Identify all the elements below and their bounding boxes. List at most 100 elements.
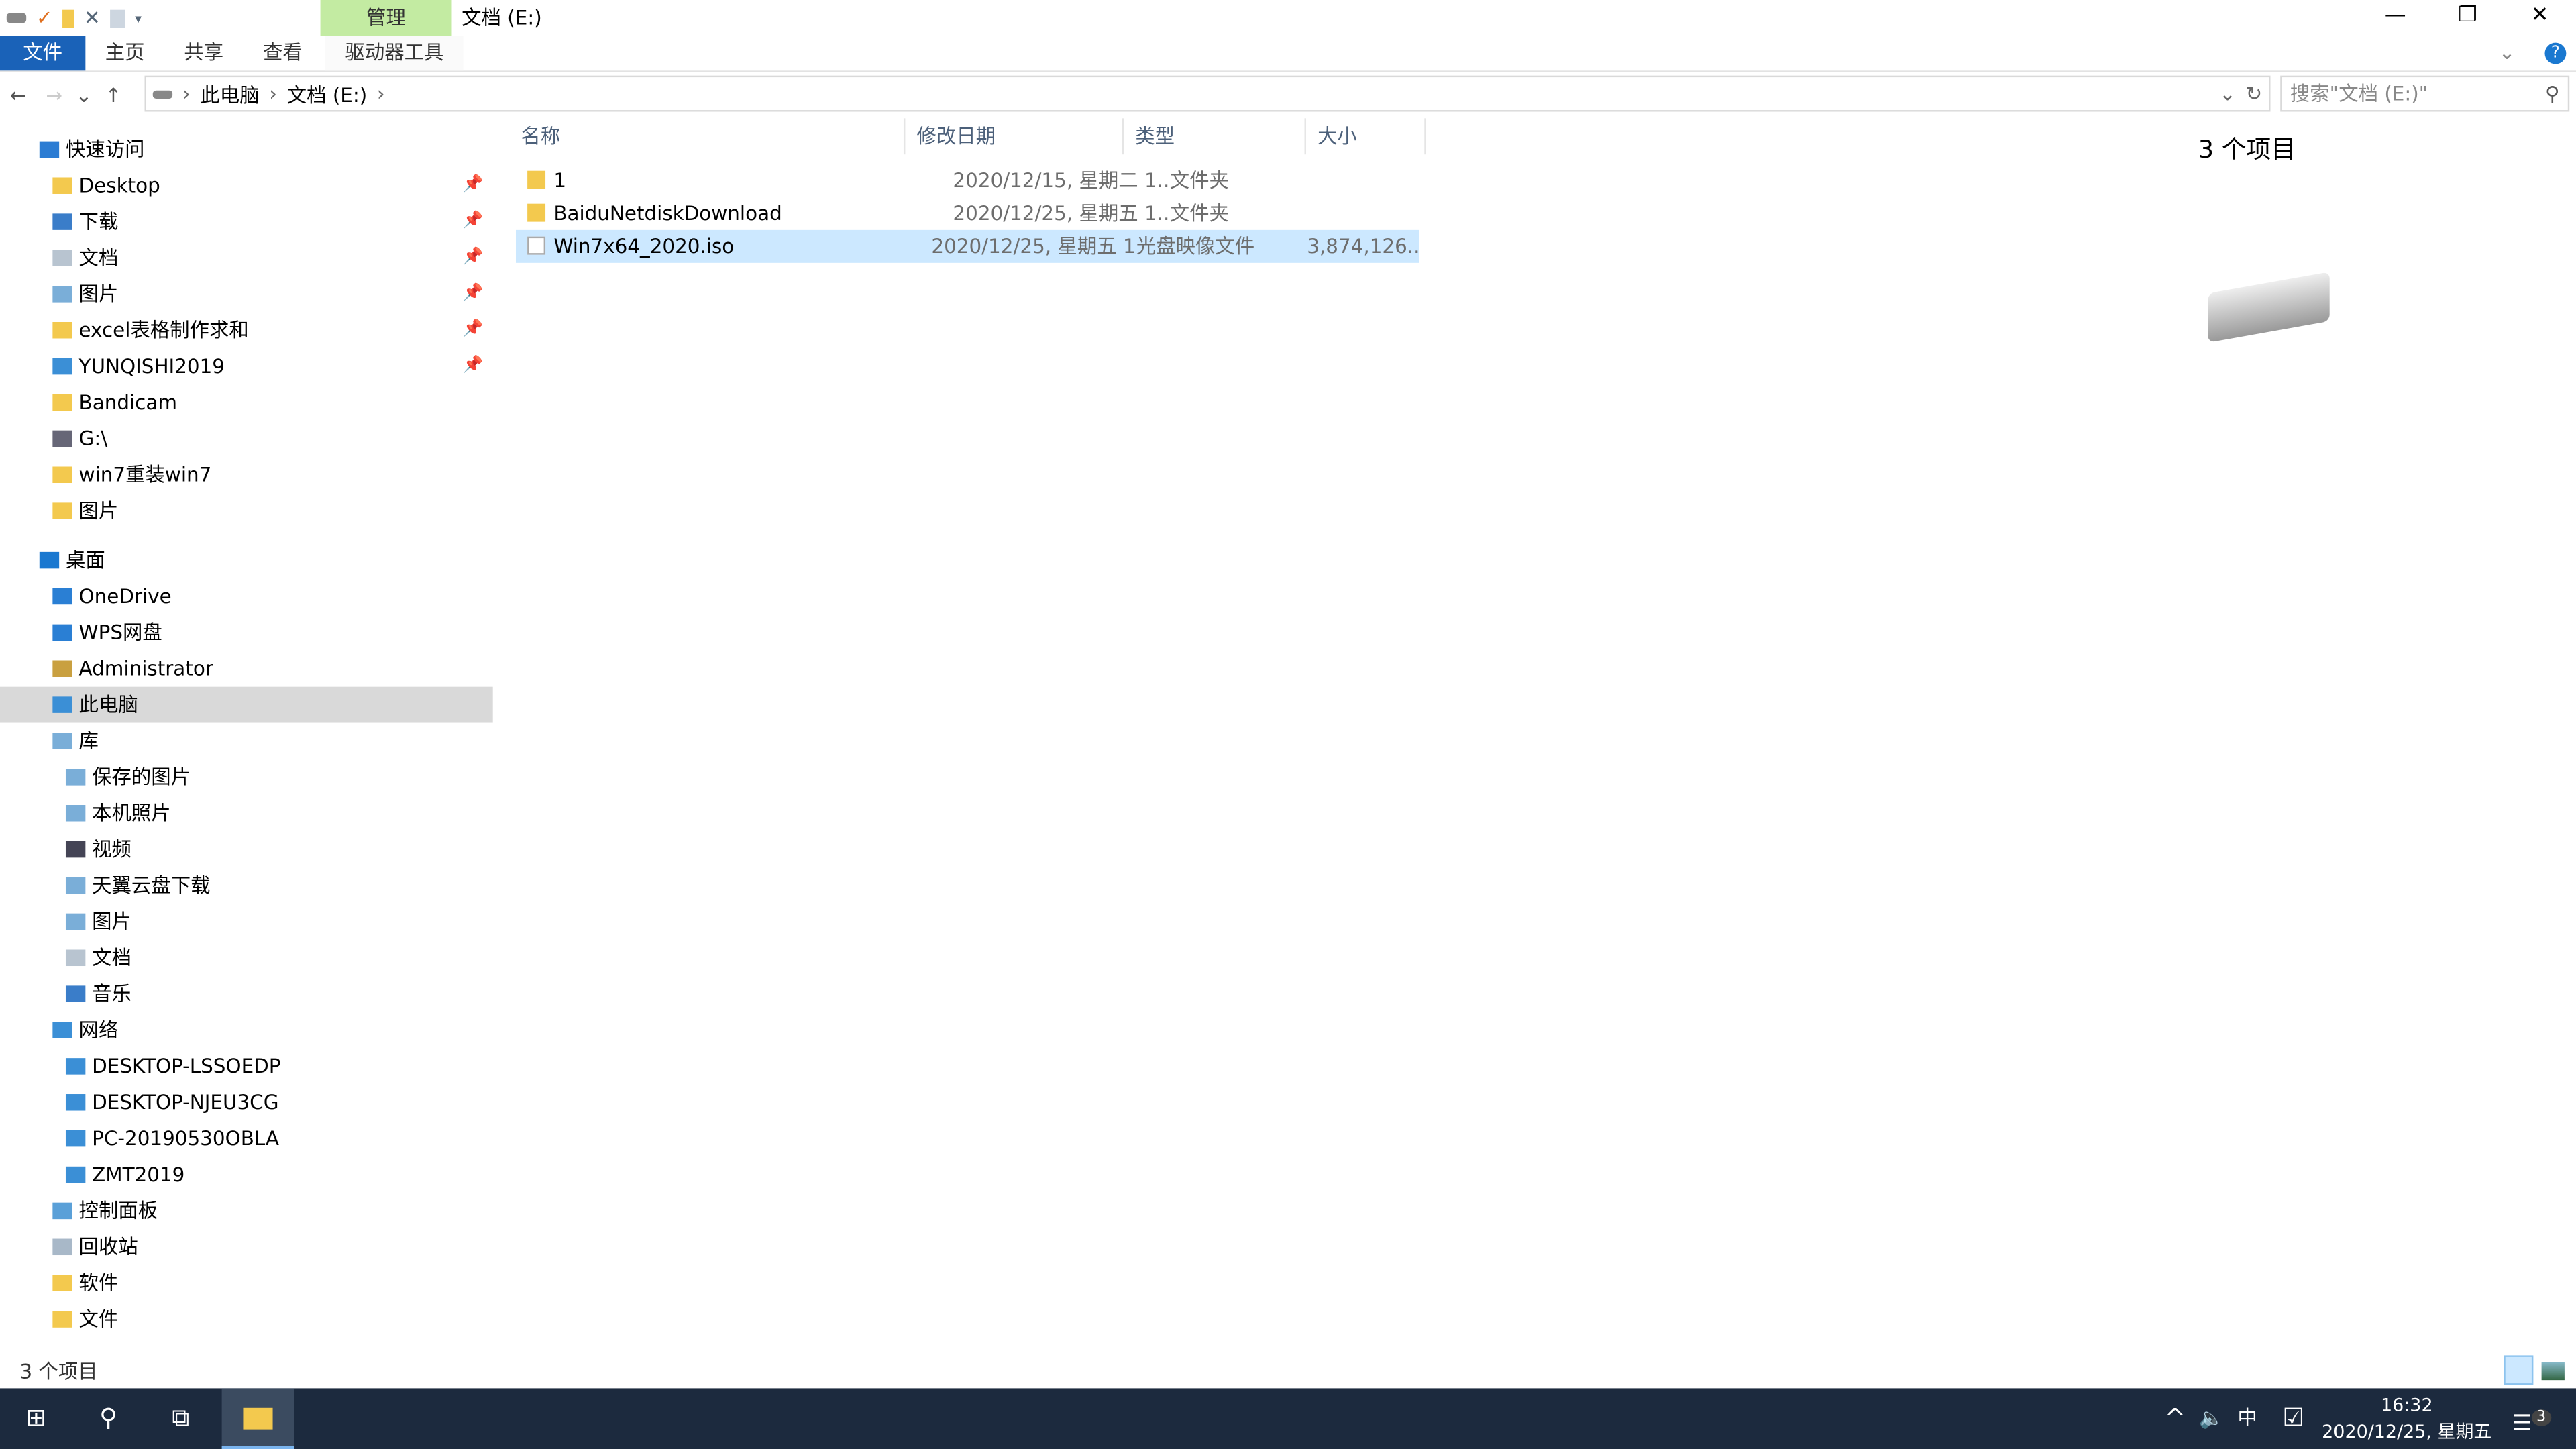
sidebar-item[interactable]: 文档 bbox=[0, 940, 493, 976]
tab-drive-tools[interactable]: 驱动器工具 bbox=[325, 36, 464, 71]
sidebar-item[interactable]: 回收站 bbox=[0, 1229, 493, 1265]
sidebar-item[interactable]: 快速访问 bbox=[0, 131, 493, 168]
sidebar-item[interactable]: win7重装win7 bbox=[0, 457, 493, 493]
details-view-button[interactable] bbox=[2504, 1355, 2534, 1385]
sidebar-item[interactable]: YUNQISHI2019 📌 bbox=[0, 348, 493, 384]
file-explorer-taskbar-button[interactable] bbox=[221, 1388, 294, 1449]
column-date-modified[interactable]: 修改日期 bbox=[905, 118, 1124, 155]
column-name[interactable]: 名称 bbox=[509, 118, 906, 155]
sidebar-item[interactable]: Desktop 📌 bbox=[0, 168, 493, 204]
sidebar-item[interactable]: DESKTOP-LSSOEDP bbox=[0, 1048, 493, 1084]
sidebar-item[interactable]: excel表格制作求和 📌 bbox=[0, 312, 493, 348]
sidebar-item[interactable]: 图片 bbox=[0, 493, 493, 529]
notification-count: 3 bbox=[2531, 1409, 2551, 1426]
search-input[interactable]: 搜索"文档 (E:)" ⚲ bbox=[2280, 75, 2570, 112]
close-button[interactable]: ✕ bbox=[2504, 0, 2576, 33]
ribbon-tabs: 文件 主页 共享 查看 驱动器工具 ⌄ ? bbox=[0, 36, 2576, 72]
column-type[interactable]: 类型 bbox=[1124, 118, 1306, 155]
properties-icon[interactable]: ✓ bbox=[36, 7, 53, 30]
sidebar-item[interactable]: 文件 bbox=[0, 1301, 493, 1338]
sidebar-item[interactable]: 图片 📌 bbox=[0, 276, 493, 312]
sidebar-item[interactable]: 桌面 bbox=[0, 542, 493, 578]
customize-toolbar-icon[interactable]: ▾ bbox=[135, 11, 142, 25]
file-name-cell: BaiduNetdiskDownload bbox=[516, 197, 941, 230]
sidebar-item[interactable]: 天翼云盘下载 bbox=[0, 867, 493, 904]
sidebar-item-label: 网络 bbox=[78, 1018, 119, 1042]
sidebar-item-label: 图片 bbox=[78, 282, 119, 306]
search-taskbar-button[interactable]: ⚲ bbox=[72, 1388, 145, 1449]
pin-icon[interactable]: 📌 bbox=[463, 312, 483, 348]
delete-icon[interactable]: ✕ bbox=[84, 7, 101, 30]
computer-icon bbox=[52, 696, 72, 713]
sidebar-item[interactable]: PC-20190530OBLA bbox=[0, 1120, 493, 1157]
sidebar-item[interactable]: OneDrive bbox=[0, 578, 493, 614]
sidebar-item-label: 图片 bbox=[92, 910, 131, 934]
up-button[interactable]: ↑ bbox=[95, 84, 131, 107]
clock[interactable]: 16:32 2020/12/25, 星期五 bbox=[2316, 1393, 2497, 1446]
sidebar-item[interactable]: WPS网盘 bbox=[0, 614, 493, 651]
tab-file[interactable]: 文件 bbox=[0, 36, 86, 71]
file-row[interactable]: Win7x64_2020.iso 2020/12/25, 星期五 1... 光盘映像… bbox=[515, 229, 1419, 263]
sidebar-item[interactable]: G:\ bbox=[0, 421, 493, 457]
pin-icon[interactable]: 📌 bbox=[463, 348, 483, 384]
sidebar-item[interactable]: 音乐 bbox=[0, 976, 493, 1012]
sidebar-item[interactable]: 保存的图片 bbox=[0, 759, 493, 795]
refresh-button[interactable]: ↻ bbox=[2246, 82, 2263, 105]
pin-icon[interactable]: 📌 bbox=[463, 168, 483, 204]
tab-home[interactable]: 主页 bbox=[85, 36, 164, 70]
breadcrumb-drive-e[interactable]: 文档 (E:) bbox=[287, 80, 368, 108]
recent-locations-button[interactable]: ⌄ bbox=[72, 84, 95, 107]
recycle-icon[interactable] bbox=[110, 9, 125, 28]
sidebar-item[interactable]: 软件 bbox=[0, 1265, 493, 1301]
minimize-button[interactable]: — bbox=[2359, 0, 2432, 33]
help-icon[interactable]: ? bbox=[2544, 42, 2567, 64]
sidebar-item-label: 文档 bbox=[92, 946, 131, 969]
forward-button[interactable]: → bbox=[36, 84, 72, 107]
address-bar[interactable]: › 此电脑 › 文档 (E:) › ⌄ ↻ bbox=[144, 75, 2271, 112]
back-button[interactable]: ← bbox=[0, 84, 36, 107]
drive-preview-icon bbox=[2208, 272, 2330, 343]
expand-ribbon-icon[interactable]: ⌄ bbox=[2479, 36, 2534, 70]
action-center-button[interactable]: ☰ 3 bbox=[2507, 1388, 2556, 1449]
sidebar-item[interactable]: 图片 bbox=[0, 904, 493, 940]
volume-icon[interactable]: 🔈 bbox=[2192, 1388, 2231, 1449]
breadcrumb-separator: › bbox=[269, 82, 278, 105]
breadcrumb-this-pc[interactable]: 此电脑 bbox=[200, 80, 259, 108]
library-icon bbox=[65, 877, 86, 894]
sidebar-item[interactable]: 本机照片 bbox=[0, 795, 493, 831]
tab-share[interactable]: 共享 bbox=[164, 36, 244, 70]
ime-indicator[interactable]: 中 bbox=[2228, 1388, 2267, 1449]
show-hidden-icons-button[interactable]: ^ bbox=[2155, 1388, 2195, 1449]
pin-icon[interactable]: 📌 bbox=[463, 240, 483, 276]
security-icon[interactable]: ☑ bbox=[2273, 1388, 2313, 1449]
restore-button[interactable]: ❐ bbox=[2432, 0, 2504, 33]
address-dropdown-icon[interactable]: ⌄ bbox=[2219, 82, 2236, 105]
cloud-icon bbox=[52, 624, 72, 641]
large-icons-view-button[interactable] bbox=[2541, 1362, 2565, 1381]
sidebar-item[interactable]: 控制面板 bbox=[0, 1193, 493, 1229]
file-row[interactable]: 1 2020/12/15, 星期二 1... 文件夹 bbox=[516, 164, 1419, 197]
sidebar-item-label: win7重装win7 bbox=[78, 463, 212, 486]
task-view-button[interactable]: ⧉ bbox=[145, 1388, 217, 1449]
sidebar-item[interactable]: 下载 📌 bbox=[0, 204, 493, 240]
new-folder-icon[interactable] bbox=[62, 9, 74, 28]
pin-icon[interactable]: 📌 bbox=[463, 276, 483, 312]
sidebar-item[interactable]: ZMT2019 bbox=[0, 1157, 493, 1193]
sidebar-item[interactable]: 网络 bbox=[0, 1012, 493, 1049]
column-size[interactable]: 大小 bbox=[1306, 118, 1426, 155]
sidebar-item[interactable]: Administrator bbox=[0, 651, 493, 687]
sidebar-item[interactable]: 此电脑 bbox=[0, 686, 493, 723]
sidebar-item[interactable]: 文档 📌 bbox=[0, 240, 493, 276]
manage-context-tab[interactable]: 管理 bbox=[320, 0, 452, 36]
cloud-icon bbox=[52, 588, 72, 605]
sidebar-item[interactable]: 视频 bbox=[0, 831, 493, 867]
sidebar-item[interactable]: Bandicam bbox=[0, 384, 493, 421]
file-row[interactable]: BaiduNetdiskDownload 2020/12/25, 星期五 1...… bbox=[516, 197, 1419, 230]
folder-icon bbox=[527, 170, 546, 189]
sidebar-item[interactable]: 库 bbox=[0, 723, 493, 759]
tab-view[interactable]: 查看 bbox=[244, 36, 323, 70]
pin-icon[interactable]: 📌 bbox=[463, 204, 483, 240]
sidebar-item[interactable]: DESKTOP-NJEU3CG bbox=[0, 1084, 493, 1120]
breadcrumb-separator[interactable]: › bbox=[377, 82, 385, 105]
start-button[interactable]: ⊞ bbox=[0, 1388, 72, 1449]
